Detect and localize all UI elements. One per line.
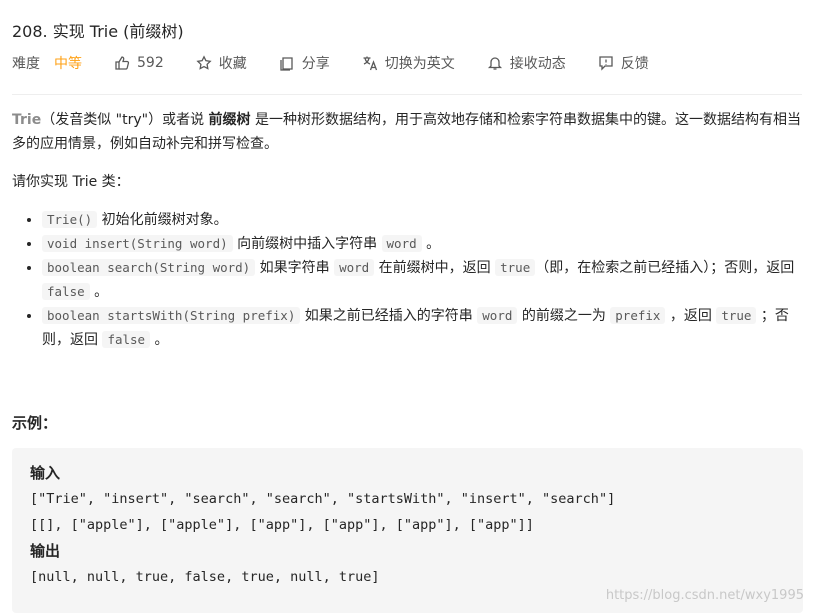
example-heading: 示例：	[12, 414, 58, 432]
api-item-search: boolean search(String word) 如果字符串 word 在…	[42, 256, 804, 304]
api-text: 在前缀树中，返回	[374, 260, 496, 276]
share-button[interactable]: 分享	[279, 53, 330, 73]
feedback-label: 反馈	[620, 56, 649, 72]
like-button[interactable]: 592	[114, 55, 164, 71]
problem-title: 208. 实现 Trie (前缀树)	[12, 22, 184, 41]
bell-icon	[487, 57, 502, 70]
intro-paragraph: Trie（发音类似 "try"）或者说 前缀树 是一种树形数据结构，用于高效地存…	[12, 108, 804, 156]
subscribe-button[interactable]: 接收动态	[487, 53, 566, 73]
api-item-startswith: boolean startsWith(String prefix) 如果之前已经…	[42, 304, 804, 352]
input-label: 输入	[30, 464, 61, 482]
api-list: Trie() 初始化前缀树对象。 void insert(String word…	[12, 208, 804, 352]
translate-label: 切换为英文	[384, 56, 455, 72]
api-text: 。	[421, 236, 441, 252]
api-item-constructor: Trie() 初始化前缀树对象。	[42, 208, 804, 232]
like-count: 592	[137, 55, 164, 71]
api-text: 如果字符串	[255, 260, 335, 276]
api-text: 初始化前缀树对象。	[97, 212, 228, 228]
api-text: 的前缀之一为	[517, 308, 611, 324]
code-trie-constructor: Trie()	[42, 211, 98, 228]
thumbs-up-icon	[115, 56, 130, 70]
input-line-2: [[], ["apple"], ["apple"], ["app"], ["ap…	[30, 517, 534, 533]
api-text: 。	[150, 332, 169, 348]
feedback-icon	[599, 56, 613, 71]
trie-term: Trie	[12, 112, 42, 128]
problem-toolbar: 难度 中等 592 收藏 分享 切换为英文 接收动态 反馈	[12, 50, 681, 76]
output-label: 输出	[30, 542, 61, 560]
code-false: false	[42, 283, 90, 300]
prefix-tree-term: 前缀树	[208, 112, 251, 128]
task-paragraph: 请你实现 Trie 类：	[12, 174, 130, 190]
input-line-1: ["Trie", "insert", "search", "search", "…	[30, 491, 616, 507]
code-false: false	[102, 331, 151, 348]
api-item-insert: void insert(String word) 向前缀树中插入字符串 word…	[42, 232, 804, 256]
favorite-button[interactable]: 收藏	[196, 53, 247, 73]
translate-button[interactable]: 切换为英文	[362, 53, 455, 73]
star-icon	[196, 55, 212, 70]
api-text: 如果之前已经插入的字符串	[300, 308, 478, 324]
output-line: [null, null, true, false, true, null, tr…	[30, 569, 380, 585]
code-word: word	[381, 235, 422, 252]
code-true: true	[716, 307, 757, 324]
api-text: （即，在检索之前已经插入）；否则，返回	[535, 260, 795, 276]
watermark: https://blog.csdn.net/wxy1995	[605, 588, 804, 603]
code-word: word	[334, 259, 375, 276]
code-startswith-signature: boolean startsWith(String prefix)	[42, 307, 301, 324]
code-prefix: prefix	[610, 307, 666, 324]
share-label: 分享	[301, 56, 330, 72]
api-text: 向前缀树中插入字符串	[232, 236, 382, 252]
difficulty-label: 难度	[12, 56, 40, 72]
code-true: true	[495, 259, 536, 276]
intro-text-a: （发音类似 "try"）或者说	[41, 112, 209, 128]
code-search-signature: boolean search(String word)	[42, 259, 256, 276]
translate-icon	[363, 56, 377, 71]
feedback-button[interactable]: 反馈	[598, 53, 649, 73]
header-divider	[12, 94, 802, 95]
difficulty-badge: 中等	[54, 56, 82, 72]
subscribe-label: 接收动态	[509, 56, 566, 72]
code-insert-signature: void insert(String word)	[42, 235, 233, 252]
code-word: word	[477, 307, 518, 324]
api-text: ，返回	[665, 308, 717, 324]
problem-description: Trie（发音类似 "try"）或者说 前缀树 是一种树形数据结构，用于高效地存…	[12, 108, 804, 352]
share-icon	[280, 57, 293, 71]
api-text: 。	[89, 284, 109, 300]
favorite-label: 收藏	[218, 56, 247, 72]
